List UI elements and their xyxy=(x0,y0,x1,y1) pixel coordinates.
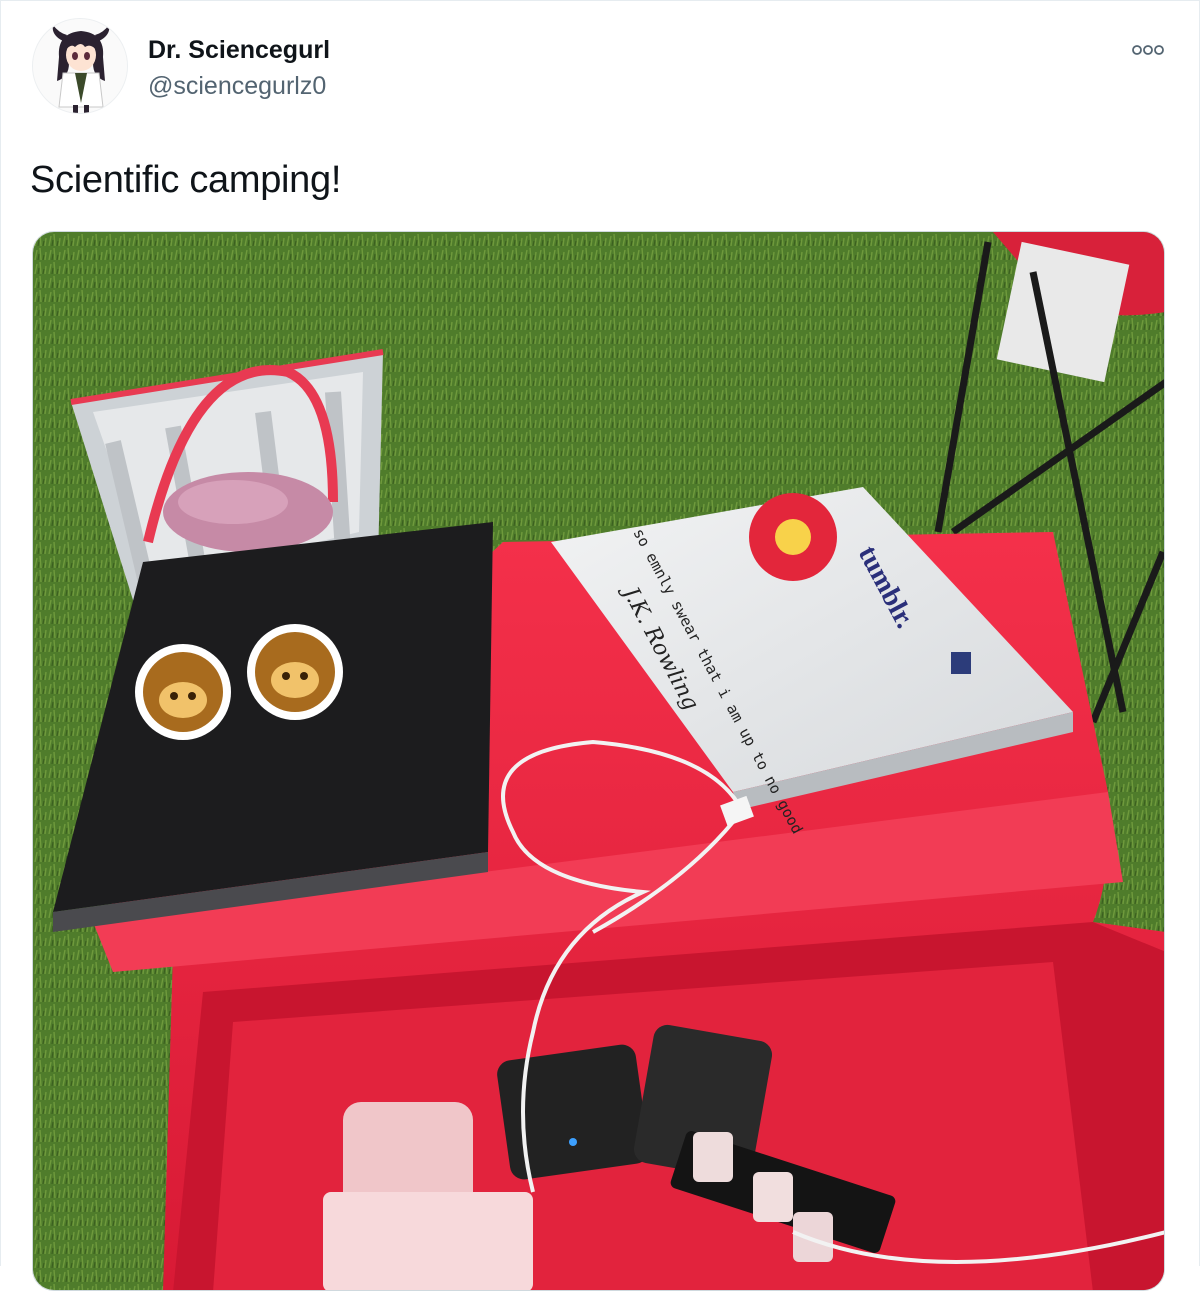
avatar[interactable] xyxy=(32,18,128,114)
tweet-photo[interactable]: tumblr. so emnly swear that i am up to n… xyxy=(32,231,1165,1291)
left-divider xyxy=(0,0,1,1266)
author-handle[interactable]: @sciencegurlz0 xyxy=(148,70,330,102)
more-options-button[interactable] xyxy=(1128,38,1168,62)
author-display-name[interactable]: Dr. Sciencegurl xyxy=(148,34,330,66)
more-horizontal-icon xyxy=(1132,45,1164,55)
tweet-text: Scientific camping! xyxy=(30,159,342,201)
top-divider xyxy=(0,0,1200,1)
camping-photo-image: tumblr. so emnly swear that i am up to n… xyxy=(33,232,1164,1290)
anime-avatar-icon xyxy=(33,19,127,113)
tweet-author[interactable]: Dr. Sciencegurl @sciencegurlz0 xyxy=(148,34,330,102)
